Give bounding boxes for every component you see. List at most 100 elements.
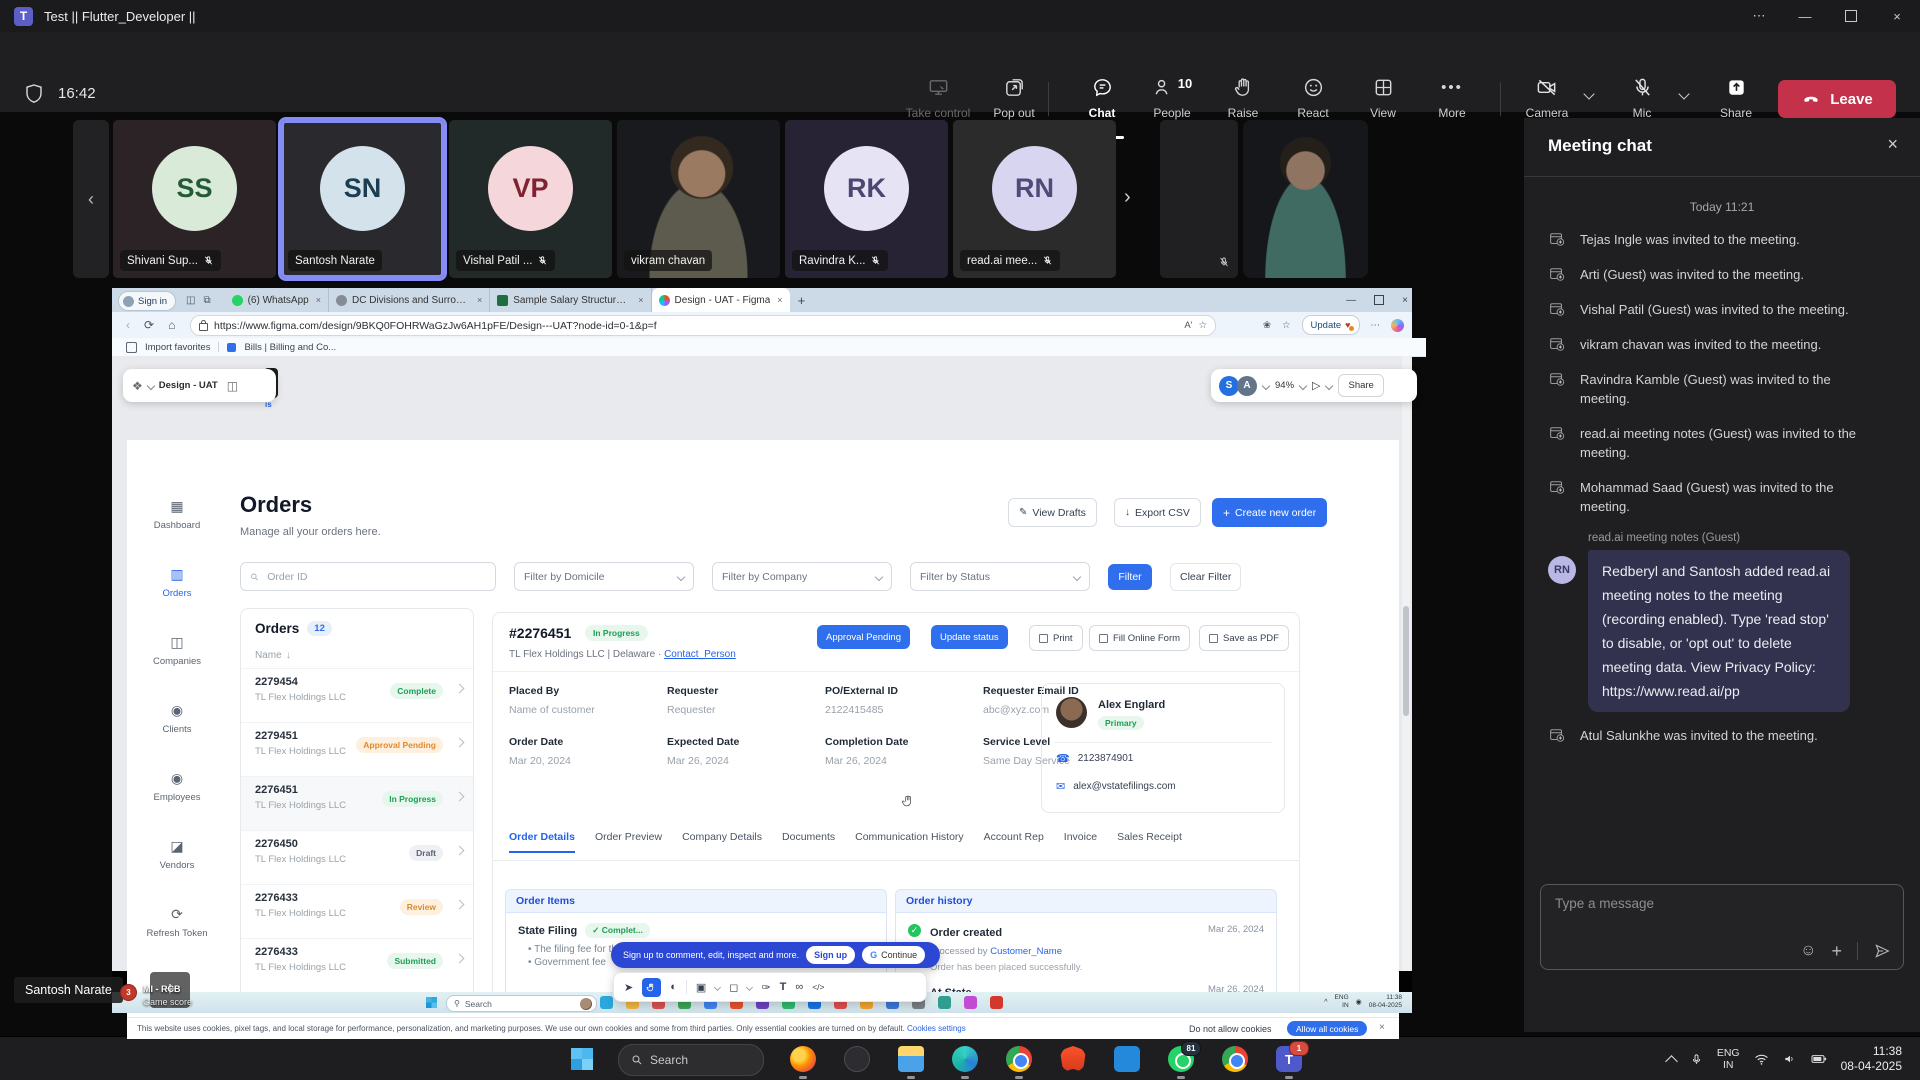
browser-tab[interactable]: DC Divisions and Surroundings × [329, 288, 490, 312]
participant-tile[interactable]: SS Shivani Sup... [113, 120, 276, 278]
taskbar-search[interactable]: Search [618, 1044, 764, 1076]
contact-person-link[interactable]: Contact_Person [664, 649, 736, 660]
zoom-level[interactable]: 94% [1275, 380, 1294, 391]
language-indicator[interactable]: ENGIN [1717, 1047, 1740, 1071]
approval-pending-button[interactable]: Approval Pending [817, 625, 910, 649]
browser-close-button[interactable]: × [1402, 295, 1408, 306]
firefox-icon[interactable] [790, 1046, 816, 1072]
participant-tile-partial[interactable] [1160, 120, 1238, 278]
shape-tool-icon[interactable]: ◻ [729, 981, 738, 994]
tab-close-icon[interactable]: × [316, 295, 321, 305]
deny-cookies-button[interactable]: Do not allow cookies [1189, 1024, 1272, 1034]
view-drafts-button[interactable]: ✎View Drafts [1008, 498, 1097, 527]
Documents[interactable]: Documents [782, 831, 835, 853]
favorites-bar-icon[interactable]: ☆︎ [1282, 320, 1291, 331]
collaborator-avatar[interactable]: S [1219, 376, 1239, 396]
chat-input-box[interactable]: ☺ + [1540, 884, 1904, 970]
save-as-pdf-button[interactable]: Save as PDF [1199, 625, 1289, 651]
collaborators-chevron-icon[interactable] [1262, 381, 1270, 389]
order-row[interactable]: 2279451 TL Flex Holdings LLC Approval Pe… [241, 723, 473, 777]
react-button[interactable]: React [1274, 76, 1352, 120]
hand-tool-icon[interactable] [642, 978, 661, 997]
tab-close-icon[interactable]: × [777, 295, 782, 305]
allow-cookies-button[interactable]: Allow all cookies [1287, 1021, 1367, 1036]
Communication History[interactable]: Communication History [855, 831, 964, 853]
order-row[interactable]: 2276433 TL Flex Holdings LLC Submitted [241, 939, 473, 993]
file-explorer-icon[interactable] [898, 1046, 924, 1072]
favorite-star-icon[interactable]: ☆ [1198, 320, 1207, 331]
present-chevron-icon[interactable] [1325, 381, 1333, 389]
contact-phone[interactable]: ☎ 2123874901 [1056, 752, 1133, 765]
cursor-tool-icon[interactable]: ➤ [624, 981, 633, 994]
present-icon[interactable]: ▷ [1312, 379, 1320, 392]
Filter by Domicile[interactable]: Filter by Domicile [514, 562, 694, 591]
vertical-tabs-icon[interactable]: ⧉ [203, 295, 210, 306]
print-button[interactable]: Print [1029, 625, 1083, 651]
take-control-button[interactable]: Take control [899, 76, 977, 120]
chat-input[interactable] [1553, 895, 1877, 912]
participant-tile[interactable]: VP Vishal Patil ... [449, 120, 612, 278]
Account Rep[interactable]: Account Rep [984, 831, 1044, 853]
frame-tool-icon[interactable]: ▣ [696, 981, 706, 994]
raise-hand-button[interactable]: Raise [1204, 76, 1282, 120]
new-tab-button[interactable]: + [798, 293, 806, 308]
window-more-icon[interactable]: ⋯ [1736, 0, 1782, 32]
Companies[interactable]: ◫ Companies [127, 628, 227, 696]
window-close-button[interactable]: × [1874, 0, 1920, 32]
whatsapp-icon[interactable]: 81 [1168, 1046, 1194, 1072]
attach-icon[interactable]: + [1831, 943, 1842, 959]
mic-button[interactable]: Mic [1603, 76, 1681, 120]
hidden-icons-chevron[interactable] [1665, 1055, 1678, 1068]
leave-button[interactable]: Leave [1778, 80, 1896, 118]
extensions-icon[interactable]: ❀ [1263, 320, 1271, 331]
link-tool-icon[interactable]: ∞ [795, 981, 803, 993]
view-button[interactable]: View [1344, 76, 1422, 120]
contact-email[interactable]: ✉ alex@vstatefilings.com [1056, 780, 1176, 793]
import-favorites-link[interactable]: Import favorites [145, 342, 210, 353]
order-row[interactable]: 2279454 TL Flex Holdings LLC Complete [241, 669, 473, 723]
chat-button[interactable]: Chat [1063, 76, 1141, 120]
text-tool-icon[interactable]: T [780, 981, 787, 993]
Refresh Token[interactable]: ⟳ Refresh Token [127, 900, 227, 968]
chat-message-list[interactable]: Today 11:21 Tejas Ingle was invited to t… [1548, 200, 1896, 761]
cookie-close-icon[interactable]: × [1379, 1022, 1385, 1033]
Order Details[interactable]: Order Details [509, 831, 575, 853]
camera-button[interactable]: Camera [1508, 76, 1586, 120]
browser-minimize-button[interactable]: — [1346, 295, 1356, 306]
window-minimize-button[interactable]: — [1782, 0, 1828, 32]
code-tool-icon[interactable]: </> [812, 982, 824, 992]
battery-icon[interactable] [1811, 1053, 1827, 1065]
participant-tile[interactable]: RK Ravindra K... [785, 120, 948, 278]
teams-icon[interactable]: 1 [1276, 1046, 1302, 1072]
order-row[interactable]: 2276450 TL Flex Holdings LLC Draft [241, 831, 473, 885]
Employees[interactable]: ◉ Employees [127, 764, 227, 832]
export-csv-button[interactable]: ↓Export CSV [1114, 498, 1201, 527]
cricket-score-widget[interactable]: 3 MI - RCB Game score [120, 984, 192, 1007]
Vendors[interactable]: ◪ Vendors [127, 832, 227, 900]
update-status-button[interactable]: Update status [931, 625, 1008, 649]
order-row[interactable]: 2276433 TL Flex Holdings LLC Review [241, 885, 473, 939]
next-tiles-button[interactable]: › [1124, 186, 1131, 209]
figma-share-button[interactable]: Share [1338, 374, 1383, 397]
chrome-icon[interactable] [1222, 1046, 1248, 1072]
zoom-chevron-icon[interactable] [1299, 381, 1307, 389]
tab-search-icon[interactable]: ◫ [186, 295, 195, 306]
comment-tool-icon[interactable]: ◐ [670, 981, 677, 993]
participant-tile[interactable]: RN read.ai mee... [953, 120, 1116, 278]
google-continue-button[interactable]: GContinue [862, 946, 925, 964]
people-button[interactable]: 10 People [1133, 76, 1211, 120]
vscode-icon[interactable] [1114, 1046, 1140, 1072]
volume-icon[interactable] [1783, 1052, 1797, 1066]
cookie-settings-link[interactable]: Cookies settings [907, 1024, 966, 1033]
app-icon[interactable] [844, 1046, 870, 1072]
Filter by Company[interactable]: Filter by Company [712, 562, 892, 591]
share-button[interactable]: Share [1697, 76, 1775, 120]
brave-icon[interactable] [1060, 1046, 1086, 1072]
scrollbar-thumb[interactable] [1403, 606, 1409, 716]
browser-update-button[interactable]: Update ♥ [1302, 315, 1360, 335]
fill-online-form-button[interactable]: Fill Online Form [1089, 625, 1190, 651]
Dashboard[interactable]: ▦ Dashboard [127, 492, 227, 560]
taskbar-clock[interactable]: 11:3808-04-2025 [1841, 1044, 1902, 1074]
refresh-icon[interactable]: ⟳ [144, 318, 154, 332]
layout-panel-icon[interactable]: ◫ [227, 379, 238, 393]
